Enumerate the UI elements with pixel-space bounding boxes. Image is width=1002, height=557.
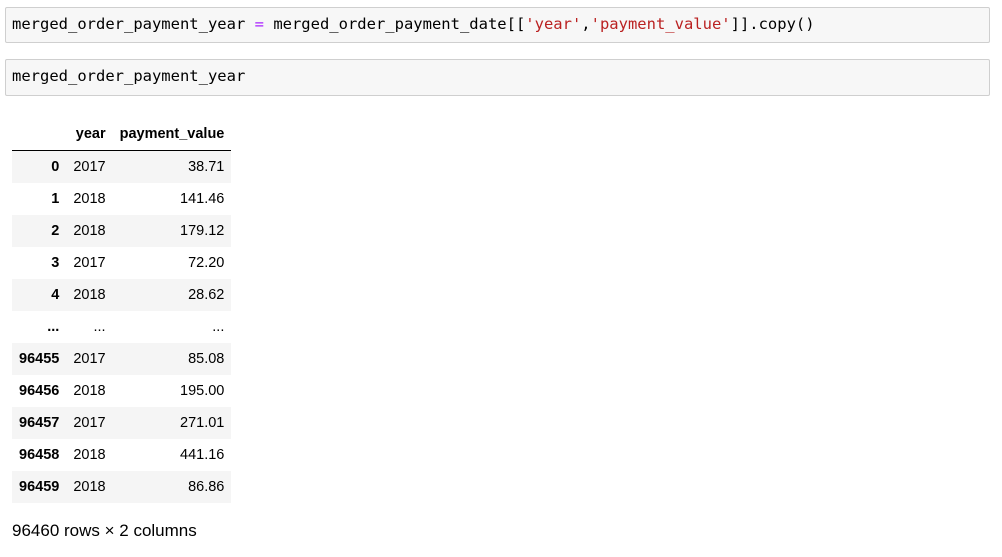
payment-value-cell: ...	[212, 319, 225, 335]
year-cell: 2017	[73, 159, 106, 175]
row-index: 96458	[19, 447, 60, 463]
row-index: 96459	[19, 479, 60, 495]
column-header-year: year	[66, 118, 113, 151]
assignment-operator: =	[254, 15, 264, 33]
payment-value-cell: 195.00	[180, 383, 225, 399]
year-cell: ...	[93, 319, 106, 335]
dataframe-shape-summary: 96460 rows × 2 columns	[12, 521, 197, 540]
table-row-ellipsis: .........	[12, 311, 231, 343]
payment-value-cell: 86.86	[188, 479, 225, 495]
table-row: 3 2017 72.20	[12, 247, 231, 279]
payment-value-cell: 441.16	[180, 447, 225, 463]
table-row: 96455 2017 85.08	[12, 343, 232, 375]
row-index: 3	[51, 255, 60, 271]
year-cell: 2018	[73, 479, 106, 495]
row-index: 96457	[19, 415, 60, 431]
index-header	[12, 118, 67, 151]
year-cell: 2018	[73, 191, 106, 207]
table-row: 0 2017 38.71	[12, 150, 232, 183]
payment-value-cell: 38.71	[188, 159, 225, 175]
year-cell: 2017	[73, 351, 106, 367]
code-text: ]].copy()	[730, 15, 815, 33]
code-text: merged_order_payment_year	[12, 15, 255, 33]
string-literal: 'payment_value'	[590, 15, 731, 33]
code-cell-input-1[interactable]: merged_order_payment_year = merged_order…	[5, 7, 990, 43]
year-cell: 2018	[73, 223, 106, 239]
table-row: 96458 2018 441.16	[12, 439, 231, 471]
row-index: 96455	[19, 351, 60, 367]
row-index: 0	[51, 159, 60, 175]
table-row: 96457 2017 271.01	[12, 407, 232, 439]
code-cell-input-2[interactable]: merged_order_payment_year	[5, 59, 990, 96]
year-cell: 2018	[73, 287, 106, 303]
table-row: 96459 2018 86.86	[12, 471, 232, 503]
row-index: ...	[47, 319, 60, 335]
table-row: 1 2018 141.46	[12, 183, 231, 215]
row-index: 4	[51, 287, 60, 303]
payment-value-cell: 85.08	[188, 351, 225, 367]
string-literal: 'year'	[525, 15, 582, 33]
code-text: merged_order_payment_date[[	[263, 15, 526, 33]
payment-value-cell: 28.62	[188, 287, 225, 303]
dataframe-table: year payment_value 0 2017 38.71 1 2018 141.4…	[12, 118, 232, 503]
payment-value-cell: 179.12	[180, 223, 225, 239]
row-index: 1	[51, 191, 60, 207]
column-header-payment-value: payment_value	[112, 118, 232, 151]
year-cell: 2017	[73, 415, 106, 431]
code-text: ,	[581, 15, 591, 33]
payment-value-cell: 141.46	[180, 191, 225, 207]
payment-value-cell: 271.01	[180, 415, 225, 431]
row-index: 2	[51, 223, 60, 239]
payment-value-cell: 72.20	[188, 255, 225, 271]
row-index: 96456	[19, 383, 60, 399]
code-text: merged_order_payment_year	[12, 67, 246, 85]
table-header-row: year payment_value	[12, 118, 232, 151]
year-cell: 2017	[73, 255, 106, 271]
table-row: 96456 2018 195.00	[12, 375, 231, 407]
year-cell: 2018	[73, 383, 106, 399]
table-row: 2 2018 179.12	[12, 215, 232, 247]
table-row: 4 2018 28.62	[12, 279, 232, 311]
year-cell: 2018	[73, 447, 106, 463]
